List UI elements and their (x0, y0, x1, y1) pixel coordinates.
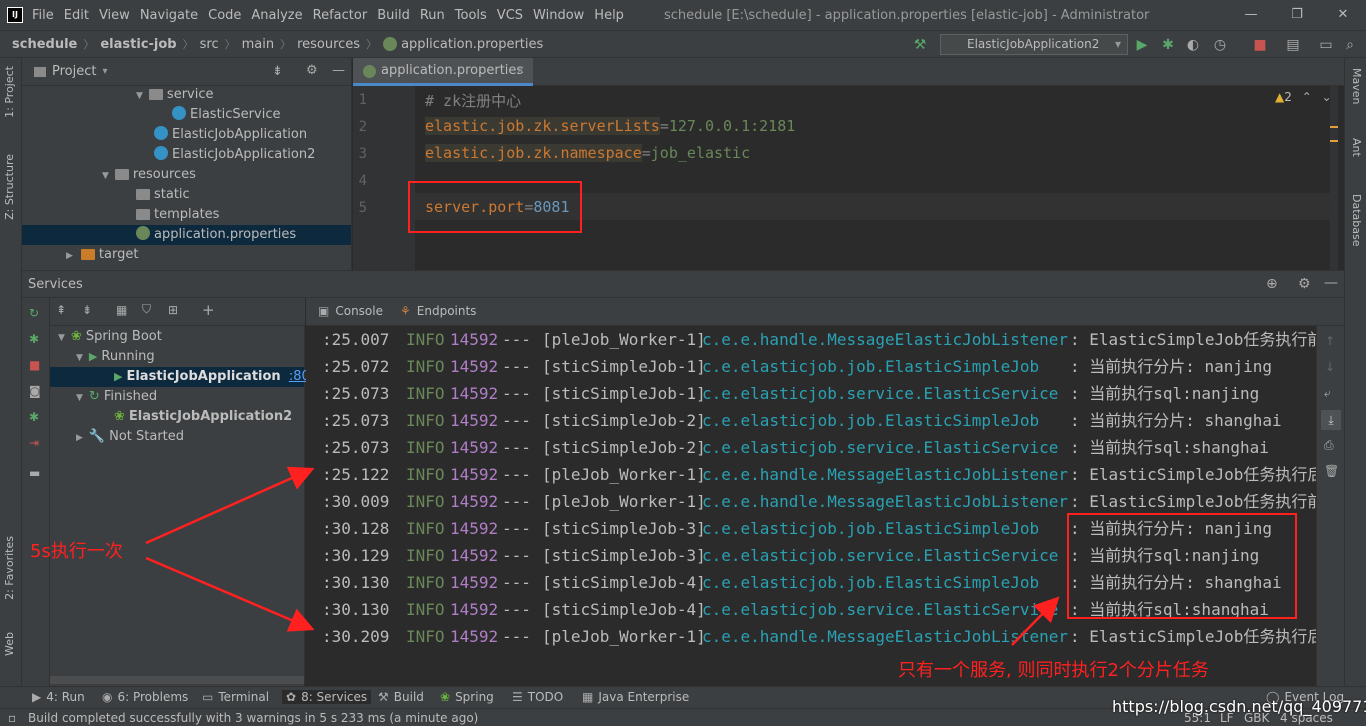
tab-build[interactable]: ⚒ Build (378, 690, 424, 704)
watermark: https://blog.csdn.net/qq_40977118 (1112, 697, 1366, 716)
tab-java-enterprise[interactable]: ▦ Java Enterprise (582, 690, 689, 704)
arrow-to-first-run (145, 466, 315, 545)
tab-spring[interactable]: ❀ Spring (440, 690, 494, 704)
tab-terminal[interactable]: ▭ Terminal (202, 690, 269, 704)
build-hammer-icon: ⚒ (378, 690, 389, 704)
tab-run[interactable]: ▶ 4: Run (32, 690, 85, 704)
build-status-icon: ▫ (8, 711, 17, 725)
arrow-to-shard-box (1011, 596, 1060, 646)
arrow-to-second-run (145, 556, 315, 632)
terminal-icon: ▭ (202, 690, 214, 704)
problems-icon: ◉ (102, 690, 113, 704)
spring-icon: ❀ (440, 690, 451, 704)
run-icon: ▶ (32, 690, 42, 704)
todo-icon: ☰ (512, 690, 523, 704)
tab-services[interactable]: ✿ 8: Services (282, 690, 372, 704)
annotation-arrows (145, 466, 1060, 646)
status-message[interactable]: Build completed successfully with 3 warn… (28, 711, 478, 725)
java-enterprise-icon: ▦ (582, 690, 594, 704)
tab-todo[interactable]: ☰ TODO (512, 690, 563, 704)
tab-problems[interactable]: ◉ 6: Problems (102, 690, 188, 704)
services-icon: ✿ (286, 690, 297, 704)
